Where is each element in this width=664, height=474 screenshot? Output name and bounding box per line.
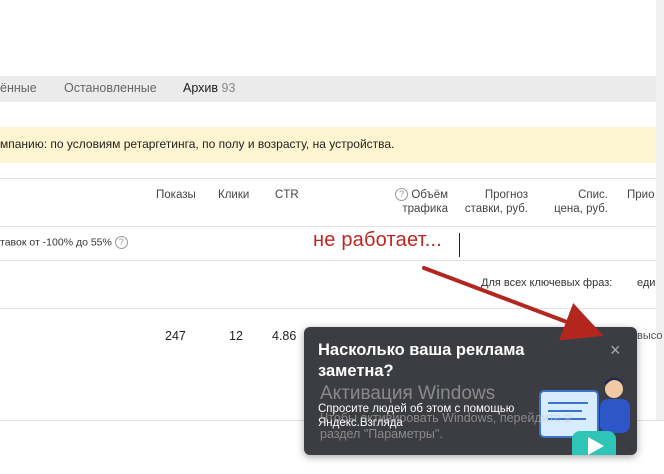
column-header-forecast[interactable]: Прогноз ставки, руб. (458, 188, 528, 216)
vertical-scrollbar[interactable] (656, 0, 664, 473)
windows-activation-watermark: Активация Windows (320, 383, 496, 404)
all-phrases-label: Для всех ключевых фраз: (481, 277, 613, 289)
tab-archive[interactable]: Архив 93 (183, 81, 235, 95)
all-phrases-value[interactable]: еди (637, 277, 655, 289)
column-header-traffic-line2: трафика (402, 203, 448, 215)
text-cursor (459, 233, 460, 257)
info-banner-text: мпанию: по условиям ретаргетинга, по пол… (0, 137, 395, 151)
column-header-price-line1: Спис. (578, 189, 608, 201)
column-header-shows[interactable]: Показы (156, 188, 196, 202)
tab-stopped[interactable]: Остановленные (64, 81, 157, 95)
column-header-price-line2: цена, руб. (554, 203, 608, 215)
row-shows: 247 (165, 329, 186, 343)
windows-activation-hint-line2: раздел "Параметры". (320, 427, 443, 441)
column-header-traffic-line1: Объём (411, 189, 448, 201)
divider (0, 226, 656, 227)
column-header-forecast-line1: Прогноз (484, 189, 528, 201)
column-header-ctr[interactable]: CTR (275, 188, 299, 202)
row-clicks: 12 (229, 329, 243, 343)
divider (0, 260, 656, 261)
archive-count: 93 (221, 81, 236, 95)
tab-active-campaigns[interactable]: ённые (0, 81, 37, 95)
popup-title: Насколько ваша реклама заметна? (318, 341, 525, 380)
close-icon[interactable]: × (610, 341, 621, 359)
row-ctr: 4.86 (272, 329, 297, 343)
windows-activation-hint-line1: Чтобы активировать Windows, перейдите в (320, 411, 572, 425)
column-header-priority[interactable]: Прио (627, 188, 654, 202)
divider (0, 308, 656, 309)
divider (0, 178, 656, 179)
column-header-clicks[interactable]: Клики (218, 188, 249, 202)
help-icon[interactable]: ? (114, 236, 128, 249)
row-priority-value[interactable]: высо (637, 330, 663, 342)
windows-activation-hint: Чтобы активировать Windows, перейдите в … (320, 410, 571, 442)
column-header-forecast-line2: ставки, руб. (464, 203, 528, 215)
help-icon[interactable]: ? (395, 188, 409, 202)
handwritten-annotation: не работает... (313, 229, 443, 251)
bid-adjustment-label: тавок от -100% до 55% (0, 236, 112, 249)
column-header-traffic[interactable]: ? Объём трафика (392, 188, 448, 216)
column-header-price[interactable]: Спис. цена, руб. (548, 188, 608, 216)
bid-adjustment-text: тавок от -100% до 55% ? (0, 236, 128, 249)
